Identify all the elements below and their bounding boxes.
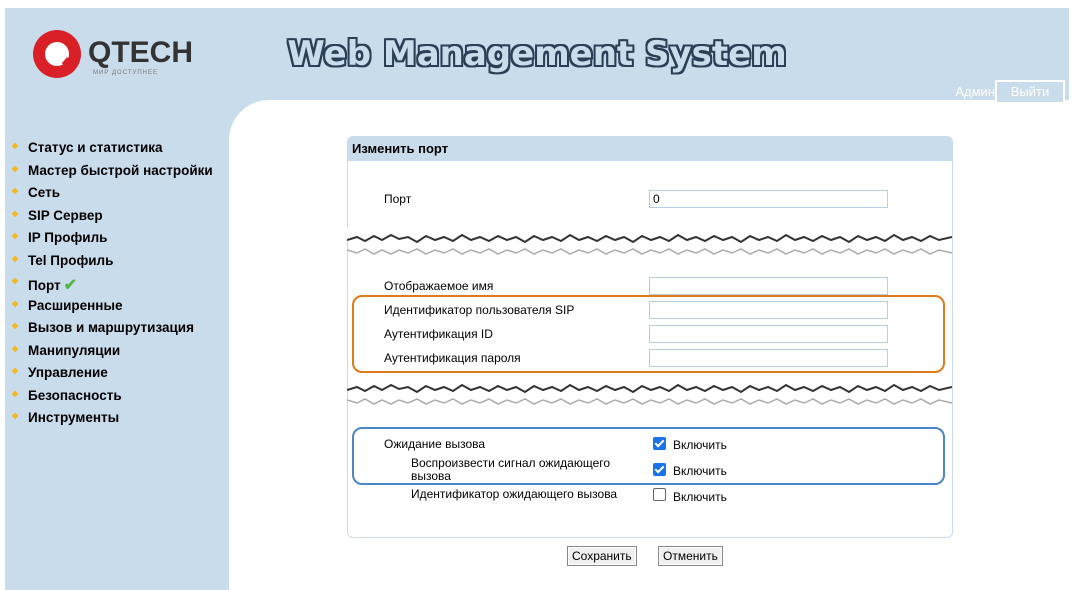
- display-name-label: Отображаемое имя: [384, 279, 494, 293]
- bullet-icon: ◆: [12, 321, 19, 330]
- sidebar-item-label: Манипуляции: [28, 342, 121, 358]
- sidebar-item-call-routing[interactable]: ◆ Вызов и маршрутизация: [12, 320, 213, 343]
- bullet-icon: ◆: [12, 253, 19, 263]
- sidebar-item-management[interactable]: ◆ Управление: [12, 365, 213, 388]
- play-tone-checkbox-label: Включить: [673, 464, 727, 478]
- bullet-icon: ◆: [12, 366, 19, 375]
- bullet-icon: ◆: [12, 411, 19, 420]
- port-label: Порт: [384, 192, 412, 206]
- bullet-icon: ◆: [12, 141, 19, 150]
- sidebar-item-label: Сеть: [28, 185, 60, 200]
- bullet-icon: ◆: [12, 163, 19, 173]
- play-tone-checkbox[interactable]: [653, 463, 666, 476]
- sidebar-item-label: Статус и статистика: [28, 140, 163, 155]
- sip-user-id-label: Идентификатор пользователя SIP: [384, 303, 575, 317]
- sidebar-item-advanced[interactable]: ◆ Расширенные: [12, 298, 213, 321]
- bullet-icon: ◆: [12, 186, 19, 195]
- sidebar-item-ip-profile[interactable]: ◆ IP Профиль: [12, 230, 213, 253]
- waiting-caller-id-label: Идентификатор ожидающего вызова: [411, 487, 618, 501]
- sidebar-item-label: Tel Профиль: [28, 252, 114, 268]
- cancel-button[interactable]: Отменить: [658, 546, 723, 566]
- sidebar-item-port[interactable]: ◆ Порт ✔: [12, 275, 213, 298]
- sidebar-nav: ◆ Статус и статистика ◆ Мастер быстрой нас…: [12, 140, 213, 433]
- sidebar-item-label: Безопасность: [28, 387, 122, 403]
- port-input[interactable]: [649, 190, 888, 208]
- auth-id-input[interactable]: [649, 325, 888, 343]
- call-waiting-label: Ожидание вызова: [384, 437, 486, 451]
- call-waiting-checkbox[interactable]: [653, 437, 666, 450]
- bullet-icon: ◆: [12, 388, 19, 398]
- waiting-caller-id-checkbox[interactable]: [653, 488, 666, 501]
- sidebar-item-tools[interactable]: ◆ Инструменты: [12, 410, 213, 433]
- auth-password-input[interactable]: [649, 349, 888, 367]
- waiting-caller-id-checkbox-label: Включить: [673, 490, 727, 504]
- sidebar-item-manipulations[interactable]: ◆ Манипуляции: [12, 343, 213, 366]
- torn-edge-divider: [347, 383, 952, 405]
- sidebar-item-label: Вызов и маршрутизация: [28, 320, 194, 335]
- sidebar-item-network[interactable]: ◆ Сеть: [12, 185, 213, 208]
- content-corner: [229, 100, 289, 140]
- call-waiting-checkbox-label: Включить: [673, 438, 727, 452]
- sidebar-item-label: Мастер быстрой настройки: [28, 162, 213, 178]
- save-button[interactable]: Сохранить: [567, 546, 637, 566]
- bullet-icon: ◆: [12, 231, 19, 240]
- auth-id-label: Аутентификация ID: [384, 327, 493, 341]
- header-bar: QTECH МИР ДОСТУПНЕЕ Web Management Syste…: [5, 8, 1069, 104]
- torn-edge-divider: [347, 228, 952, 255]
- sidebar-item-sip-server[interactable]: ◆ SIP Сервер: [12, 208, 213, 231]
- page-title: Web Management System: [287, 34, 787, 74]
- sidebar-item-security[interactable]: ◆ Безопасность: [12, 388, 213, 411]
- current-user: Админ: [955, 84, 995, 99]
- bullet-icon: ◆: [12, 208, 19, 218]
- sidebar-item-label: Инструменты: [28, 410, 120, 425]
- sidebar-item-tel-profile[interactable]: ◆ Tel Профиль: [12, 253, 213, 276]
- sidebar-item-quick-setup[interactable]: ◆ Мастер быстрой настройки: [12, 163, 213, 186]
- sidebar-item-label: Расширенные: [28, 297, 123, 313]
- bullet-icon: ◆: [12, 343, 19, 353]
- bullet-icon: ◆: [12, 276, 19, 285]
- checkmark-icon: ✔: [63, 277, 78, 294]
- sidebar-item-status[interactable]: ◆ Статус и статистика: [12, 140, 213, 163]
- sidebar-item-label: Порт: [28, 278, 61, 293]
- logout-button[interactable]: Выйти: [995, 80, 1065, 104]
- panel-title: Изменить порт: [348, 137, 952, 161]
- bullet-icon: ◆: [12, 298, 19, 308]
- sidebar-item-label: SIP Сервер: [28, 207, 103, 223]
- display-name-input[interactable]: [649, 277, 888, 295]
- sidebar-item-label: Управление: [28, 365, 108, 380]
- sip-user-id-input[interactable]: [649, 301, 888, 319]
- play-tone-label: Воспроизвести сигнал ожидающего вызова: [411, 456, 611, 483]
- sidebar-item-label: IP Профиль: [28, 230, 108, 245]
- auth-password-label: Аутентификация пароля: [384, 351, 521, 365]
